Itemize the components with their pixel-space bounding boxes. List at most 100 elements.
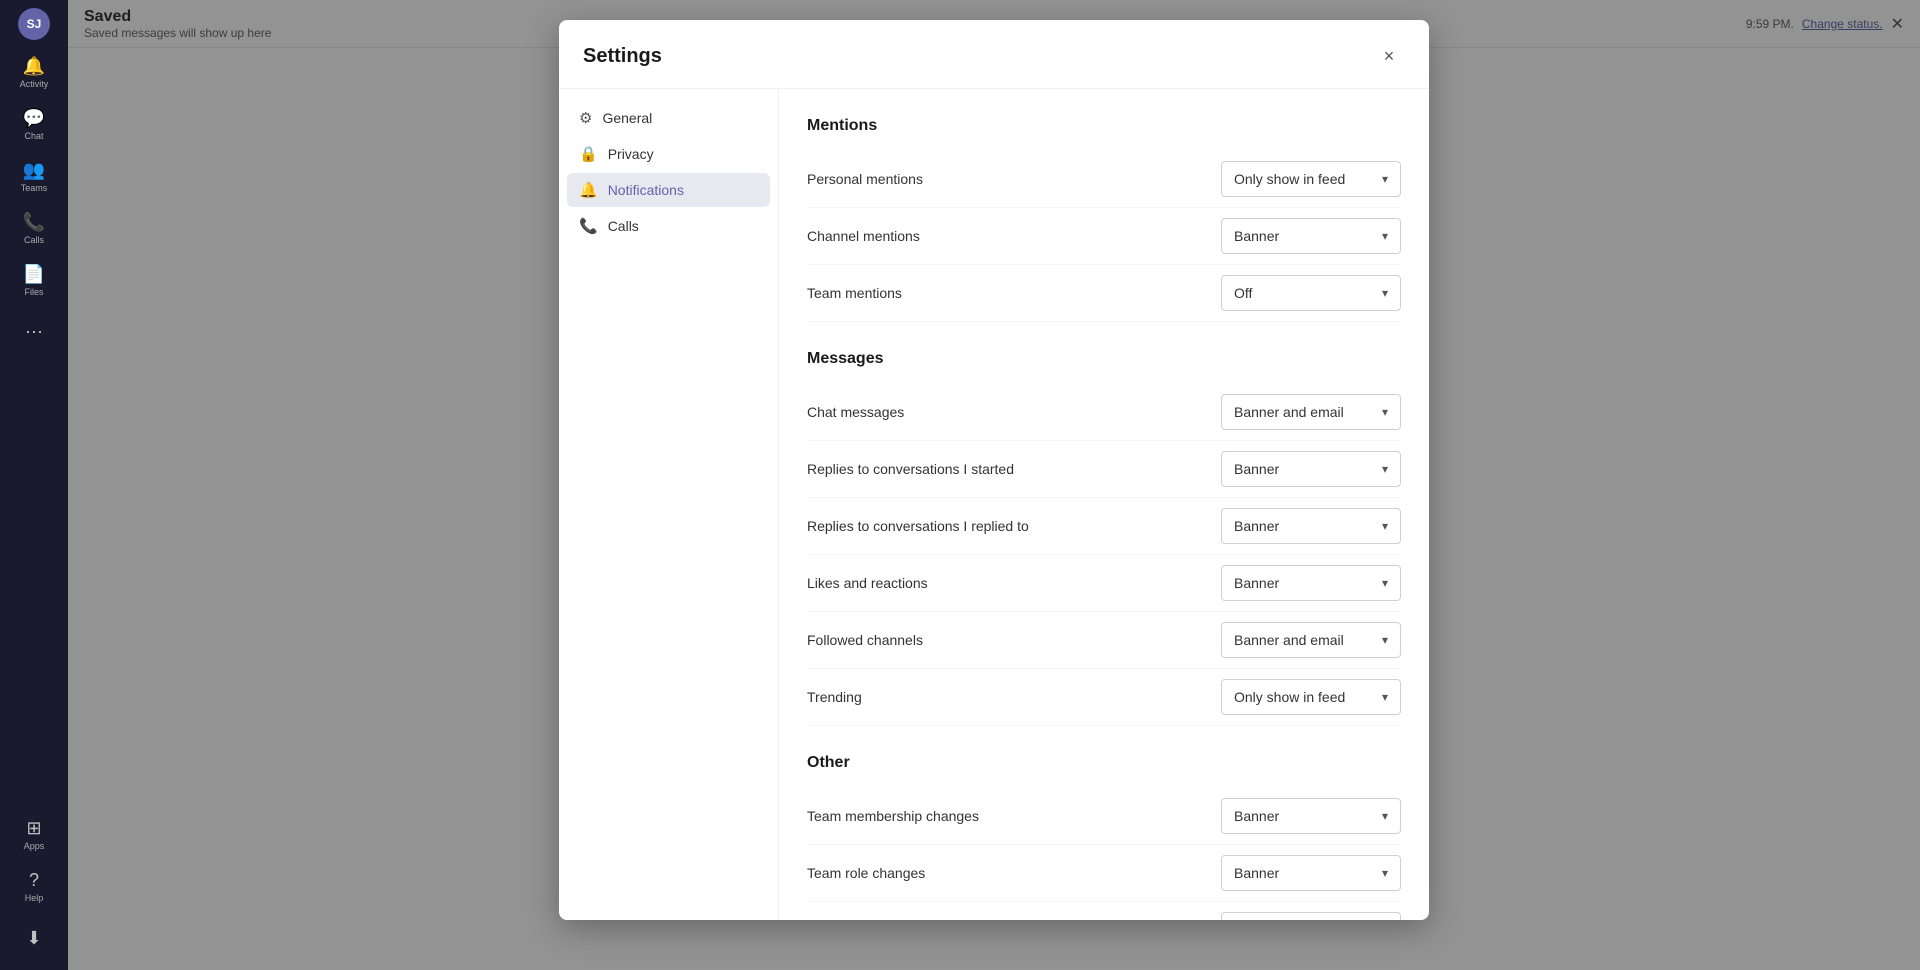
- dropdown-value-team-membership-changes: Banner: [1234, 808, 1279, 824]
- dropdown-chat-messages[interactable]: Banner and email ▾: [1221, 394, 1401, 430]
- chevron-down-icon: ▾: [1382, 229, 1388, 243]
- setting-row-team-membership-changes: Team membership changes Banner ▾: [807, 788, 1401, 845]
- general-icon: ⚙: [579, 109, 592, 127]
- calls-icon: 📞: [23, 212, 45, 233]
- nav-item-notifications[interactable]: 🔔 Notifications: [567, 173, 770, 207]
- label-chat-messages: Chat messages: [807, 404, 1221, 420]
- sidebar-item-files[interactable]: 📄 Files: [10, 256, 58, 304]
- setting-row-team-mentions: Team mentions Off ▾: [807, 265, 1401, 322]
- setting-row-followed-channels: Followed channels Banner and email ▾: [807, 612, 1401, 669]
- dropdown-trending[interactable]: Only show in feed ▾: [1221, 679, 1401, 715]
- nav-label-general: General: [602, 110, 652, 126]
- sidebar-item-calls[interactable]: 📞 Calls: [10, 204, 58, 252]
- label-likes-reactions: Likes and reactions: [807, 575, 1221, 591]
- setting-row-team-role-changes: Team role changes Banner ▾: [807, 845, 1401, 902]
- label-trending: Trending: [807, 689, 1221, 705]
- sidebar-label-apps: Apps: [24, 841, 45, 851]
- label-replies-started: Replies to conversations I started: [807, 461, 1221, 477]
- dropdown-value-team-mentions: Off: [1234, 285, 1252, 301]
- dropdown-notification-sounds[interactable]: Call, mention and chat ▾: [1221, 912, 1401, 920]
- dropdown-personal-mentions[interactable]: Only show in feed ▾: [1221, 161, 1401, 197]
- nav-label-privacy: Privacy: [608, 146, 654, 162]
- setting-row-replies-started: Replies to conversations I started Banne…: [807, 441, 1401, 498]
- sidebar-item-download[interactable]: ⬇: [10, 914, 58, 962]
- setting-row-channel-mentions: Channel mentions Banner ▾: [807, 208, 1401, 265]
- notifications-icon: 🔔: [579, 181, 598, 199]
- sidebar-label-teams: Teams: [21, 183, 48, 193]
- dropdown-value-channel-mentions: Banner: [1234, 228, 1279, 244]
- setting-row-likes-reactions: Likes and reactions Banner ▾: [807, 555, 1401, 612]
- chevron-down-icon: ▾: [1382, 462, 1388, 476]
- close-dialog-button[interactable]: ×: [1373, 40, 1405, 72]
- sidebar-item-chat[interactable]: 💬 Chat: [10, 100, 58, 148]
- sidebar-label-files: Files: [24, 287, 43, 297]
- apps-icon: ⊞: [26, 818, 41, 839]
- chevron-down-icon: ▾: [1382, 519, 1388, 533]
- chevron-down-icon: ▾: [1382, 633, 1388, 647]
- label-followed-channels: Followed channels: [807, 632, 1221, 648]
- sidebar-item-activity[interactable]: 🔔 Activity: [10, 48, 58, 96]
- dropdown-replies-replied[interactable]: Banner ▾: [1221, 508, 1401, 544]
- dropdown-value-personal-mentions: Only show in feed: [1234, 171, 1345, 187]
- dropdown-team-membership-changes[interactable]: Banner ▾: [1221, 798, 1401, 834]
- teams-icon: 👥: [23, 160, 45, 181]
- sidebar-label-activity: Activity: [20, 79, 49, 89]
- dropdown-channel-mentions[interactable]: Banner ▾: [1221, 218, 1401, 254]
- chevron-down-icon: ▾: [1382, 172, 1388, 186]
- sidebar-label-help: Help: [25, 893, 44, 903]
- chat-icon: 💬: [23, 108, 45, 129]
- nav-item-calls[interactable]: 📞 Calls: [567, 209, 770, 243]
- sidebar-item-more[interactable]: ⋯: [10, 308, 58, 356]
- chevron-down-icon: ▾: [1382, 866, 1388, 880]
- chevron-down-icon: ▾: [1382, 405, 1388, 419]
- settings-content: Mentions Personal mentions Only show in …: [779, 89, 1429, 920]
- dropdown-value-replies-started: Banner: [1234, 461, 1279, 477]
- label-replies-replied: Replies to conversations I replied to: [807, 518, 1221, 534]
- setting-row-chat-messages: Chat messages Banner and email ▾: [807, 384, 1401, 441]
- sidebar-item-teams[interactable]: 👥 Teams: [10, 152, 58, 200]
- label-team-membership-changes: Team membership changes: [807, 808, 1221, 824]
- dropdown-value-trending: Only show in feed: [1234, 689, 1345, 705]
- sidebar-label-calls: Calls: [24, 235, 44, 245]
- settings-nav: ⚙ General 🔒 Privacy 🔔 Notifications: [559, 89, 779, 920]
- chevron-down-icon: ▾: [1382, 809, 1388, 823]
- sidebar-label-chat: Chat: [24, 131, 43, 141]
- main-content: Saved Saved messages will show up here 9…: [68, 0, 1920, 970]
- dialog-title: Settings: [583, 45, 662, 68]
- nav-item-privacy[interactable]: 🔒 Privacy: [567, 137, 770, 171]
- avatar-initials: SJ: [27, 17, 42, 31]
- dropdown-replies-started[interactable]: Banner ▾: [1221, 451, 1401, 487]
- nav-label-notifications: Notifications: [608, 182, 684, 198]
- avatar[interactable]: SJ: [18, 8, 50, 40]
- dropdown-value-followed-channels: Banner and email: [1234, 632, 1344, 648]
- setting-row-trending: Trending Only show in feed ▾: [807, 669, 1401, 726]
- dialog-header: Settings ×: [559, 20, 1429, 89]
- sidebar: SJ 🔔 Activity 💬 Chat 👥 Teams 📞 Calls 📄 F…: [0, 0, 68, 970]
- setting-row-replies-replied: Replies to conversations I replied to Ba…: [807, 498, 1401, 555]
- nav-label-calls: Calls: [608, 218, 639, 234]
- setting-row-notification-sounds: Notification sounds Call, mention and ch…: [807, 902, 1401, 920]
- dropdown-value-replies-replied: Banner: [1234, 518, 1279, 534]
- help-icon: ?: [29, 870, 39, 891]
- privacy-icon: 🔒: [579, 145, 598, 163]
- dropdown-team-role-changes[interactable]: Banner ▾: [1221, 855, 1401, 891]
- nav-item-general[interactable]: ⚙ General: [567, 101, 770, 135]
- dropdown-value-likes-reactions: Banner: [1234, 575, 1279, 591]
- label-team-mentions: Team mentions: [807, 285, 1221, 301]
- label-personal-mentions: Personal mentions: [807, 171, 1221, 187]
- more-icon: ⋯: [25, 322, 43, 343]
- dropdown-value-team-role-changes: Banner: [1234, 865, 1279, 881]
- dropdown-likes-reactions[interactable]: Banner ▾: [1221, 565, 1401, 601]
- settings-dialog: Settings × ⚙ General 🔒 Privacy: [559, 20, 1429, 920]
- sidebar-item-apps[interactable]: ⊞ Apps: [10, 810, 58, 858]
- sidebar-item-help[interactable]: ? Help: [10, 862, 58, 910]
- section-heading-mentions: Mentions: [807, 117, 1401, 135]
- section-heading-messages: Messages: [807, 350, 1401, 368]
- dropdown-value-chat-messages: Banner and email: [1234, 404, 1344, 420]
- chevron-down-icon: ▾: [1382, 286, 1388, 300]
- label-channel-mentions: Channel mentions: [807, 228, 1221, 244]
- calls-nav-icon: 📞: [579, 217, 598, 235]
- dropdown-followed-channels[interactable]: Banner and email ▾: [1221, 622, 1401, 658]
- dropdown-team-mentions[interactable]: Off ▾: [1221, 275, 1401, 311]
- label-team-role-changes: Team role changes: [807, 865, 1221, 881]
